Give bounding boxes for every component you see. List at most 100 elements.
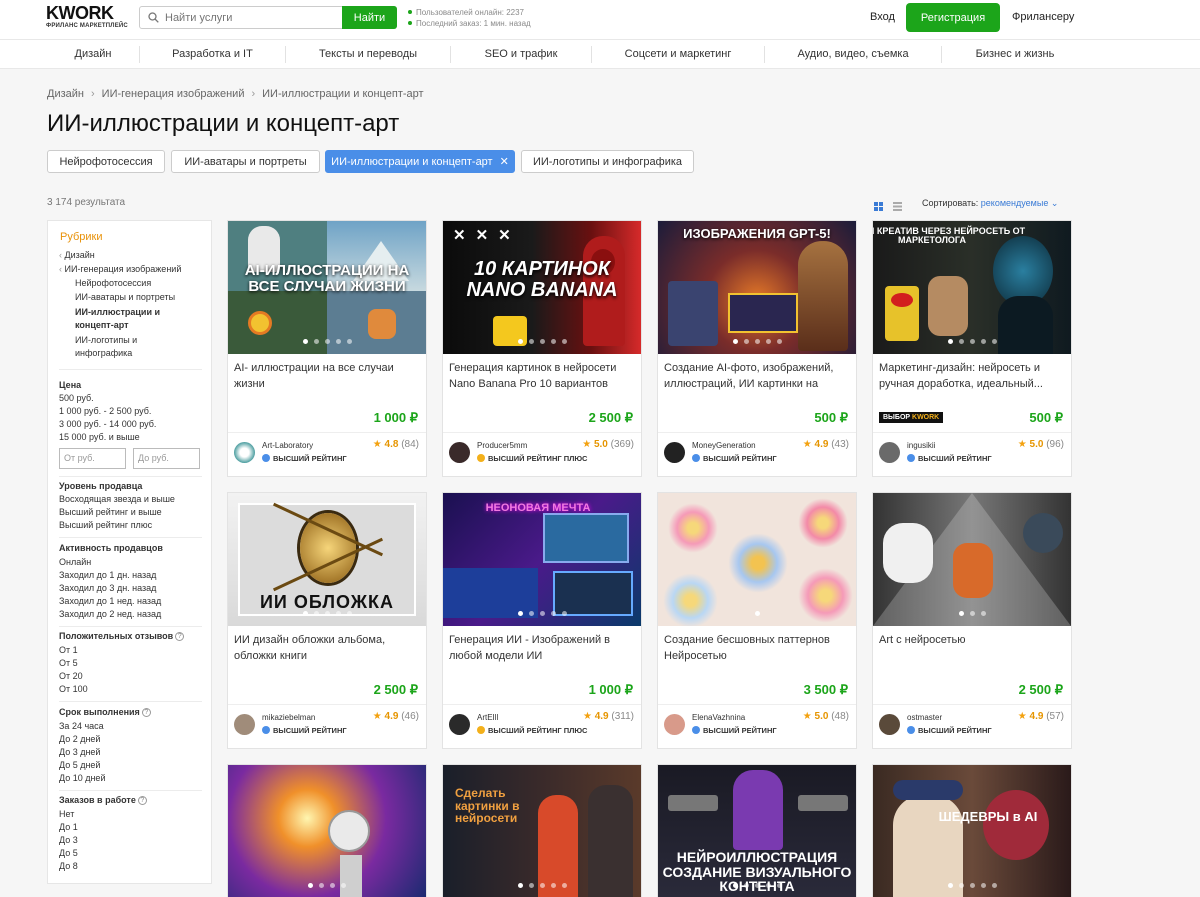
seller-name[interactable]: ElenaVazhnina [692,713,745,722]
term-option[interactable]: До 5 дней [59,759,100,772]
seller-name[interactable]: Art-Laboratory [262,441,313,450]
term-option[interactable]: До 10 дней [59,772,105,785]
subcategory-chip[interactable]: Нейрофотосессия [47,150,165,173]
sort-control[interactable]: Сортировать: рекомендуемые ⌄ [922,198,1058,209]
card-image[interactable] [873,493,1071,626]
price-option[interactable]: 3 000 руб. - 14 000 руб. [59,418,156,431]
avatar[interactable] [664,442,685,463]
avatar[interactable] [449,714,470,735]
kwork-card[interactable]: ЛЮБОЙ КРЕАТИВ ЧЕРЕЗ НЕЙРОСЕТЬ ОТ МАРКЕТО… [872,220,1072,477]
list-view-icon[interactable] [893,202,902,211]
kwork-card[interactable]: Создание бесшовных паттернов Нейросетью … [657,492,857,749]
avatar[interactable] [234,442,255,463]
card-image[interactable]: ИЗОБРАЖЕНИЯ GPT-5! [658,221,856,354]
activity-option[interactable]: Заходил до 3 дн. назад [59,582,156,595]
nav-item-audio-video[interactable]: Аудио, видео, съемка [765,40,941,69]
kwork-card[interactable]: ШЕДЕВРЫ в AI [872,764,1072,897]
freelancer-link[interactable]: Фрилансеру [1012,11,1074,23]
level-option[interactable]: Восходящая звезда и выше [59,493,175,506]
carousel-dots[interactable] [228,611,426,616]
nav-item-design[interactable]: Дизайн [47,40,139,69]
price-to-input[interactable]: До руб. [133,448,200,469]
term-option[interactable]: До 3 дней [59,746,100,759]
breadcrumb-item[interactable]: Дизайн [47,88,84,100]
seller-name[interactable]: mikaziebelman [262,713,315,722]
orders-option[interactable]: До 8 [59,860,78,873]
seller-name[interactable]: ostmaster [907,713,942,722]
activity-option[interactable]: Онлайн [59,556,91,569]
card-image[interactable]: ЛЮБОЙ КРЕАТИВ ЧЕРЕЗ НЕЙРОСЕТЬ ОТ МАРКЕТО… [873,221,1071,354]
help-icon[interactable]: ? [175,632,185,641]
seller-name[interactable]: ArtEIll [477,713,498,722]
rubric-item-active[interactable]: концепт-арт [75,319,129,332]
rubric-item[interactable]: ‹ ИИ-генерация изображений [59,263,181,276]
card-image[interactable] [228,765,426,897]
breadcrumb-item[interactable]: ИИ-генерация изображений [102,88,245,100]
reviews-option[interactable]: От 5 [59,657,78,670]
nav-item-texts[interactable]: Тексты и переводы [286,40,450,69]
price-from-input[interactable]: От руб. [59,448,126,469]
nav-item-social[interactable]: Соцсети и маркетинг [592,40,764,69]
carousel-dots[interactable] [228,883,426,888]
avatar[interactable] [879,442,900,463]
seller-name[interactable]: Producer5mm [477,441,527,450]
activity-option[interactable]: Заходил до 2 нед. назад [59,608,161,621]
card-image[interactable]: ✕✕✕ 10 КАРТИНОК NANO BANANA [443,221,641,354]
price-option[interactable]: 1 000 руб. - 2 500 руб. [59,405,151,418]
kwork-card[interactable]: Сделать картинки в нейросети [442,764,642,897]
card-title[interactable]: Генерация ИИ - Изображений в любой модел… [449,632,635,664]
rubric-item[interactable]: ‹ Дизайн [59,249,95,262]
rubric-item[interactable]: ИИ-аватары и портреты [75,291,175,304]
help-icon[interactable]: ? [137,796,147,805]
card-title[interactable]: ИИ дизайн обложки альбома, обложки книги [234,632,420,664]
activity-option[interactable]: Заходил до 1 дн. назад [59,569,156,582]
orders-option[interactable]: До 3 [59,834,78,847]
close-icon[interactable]: ✕ [500,155,509,168]
kwork-card[interactable]: ИЗОБРАЖЕНИЯ GPT-5! Создание AI-фото, изо… [657,220,857,477]
register-button[interactable]: Регистрация [906,3,1000,32]
rubric-item[interactable]: ИИ-логотипы и [75,334,137,347]
subcategory-chip[interactable]: ИИ-аватары и портреты [171,150,320,173]
carousel-dots[interactable] [873,883,1071,888]
avatar[interactable] [234,714,255,735]
carousel-dots[interactable] [873,611,1071,616]
card-image[interactable]: ШЕДЕВРЫ в AI [873,765,1071,897]
carousel-dots[interactable] [443,339,641,344]
kwork-card[interactable]: НЕЙРОИЛЛЮСТРАЦИЯ СОЗДАНИЕ ВИЗУАЛЬНОГО КО… [657,764,857,897]
login-link[interactable]: Вход [870,11,895,23]
kwork-card[interactable] [227,764,427,897]
price-option[interactable]: 15 000 руб. и выше [59,431,140,444]
orders-option[interactable]: Нет [59,808,74,821]
search-button[interactable]: Найти [342,6,397,29]
seller-name[interactable]: ingusikii [907,441,935,450]
level-option[interactable]: Высший рейтинг и выше [59,506,162,519]
seller-name[interactable]: MoneyGeneration [692,441,756,450]
nav-item-business[interactable]: Бизнес и жизнь [942,40,1088,69]
help-icon[interactable]: ? [141,708,151,717]
level-option[interactable]: Высший рейтинг плюс [59,519,152,532]
reviews-option[interactable]: От 20 [59,670,83,683]
carousel-dots[interactable] [228,339,426,344]
rubric-item[interactable]: Нейрофотосессия [75,277,151,290]
reviews-option[interactable]: От 1 [59,644,78,657]
orders-option[interactable]: До 1 [59,821,78,834]
price-option[interactable]: 500 руб. [59,392,94,405]
card-image[interactable]: НЕОНОВАЯ МЕЧТА [443,493,641,626]
card-title[interactable]: Art с нейросетью [879,632,1065,664]
card-image[interactable]: НЕЙРОИЛЛЮСТРАЦИЯ СОЗДАНИЕ ВИЗУАЛЬНОГО КО… [658,765,856,897]
card-title[interactable]: AI- иллюстрации на все случаи жизни [234,360,420,392]
card-title[interactable]: Создание AI-фото, изображений, иллюстрац… [664,360,850,392]
card-title[interactable]: Создание бесшовных паттернов Нейросетью [664,632,850,664]
subcategory-chip[interactable]: ИИ-логотипы и инфографика [521,150,694,173]
avatar[interactable] [879,714,900,735]
carousel-dots[interactable] [658,611,856,616]
reviews-option[interactable]: От 100 [59,683,88,696]
rubric-item-active[interactable]: ИИ-иллюстрации и [75,306,160,319]
kwork-card[interactable]: AI-ИЛЛЮСТРАЦИИ НА ВСЕ СЛУЧАИ ЖИЗНИ AI- и… [227,220,427,477]
card-image[interactable]: AI-ИЛЛЮСТРАЦИИ НА ВСЕ СЛУЧАИ ЖИЗНИ [228,221,426,354]
kwork-card[interactable]: ✕✕✕ 10 КАРТИНОК NANO BANANA Генерация ка… [442,220,642,477]
kwork-card[interactable]: НЕОНОВАЯ МЕЧТА Генерация ИИ - Изображени… [442,492,642,749]
rubric-item[interactable]: инфографика [75,347,132,360]
card-title[interactable]: Генерация картинок в нейросети Nano Bana… [449,360,635,392]
subcategory-chip-active[interactable]: ИИ-иллюстрации и концепт-арт ✕ [325,150,515,173]
